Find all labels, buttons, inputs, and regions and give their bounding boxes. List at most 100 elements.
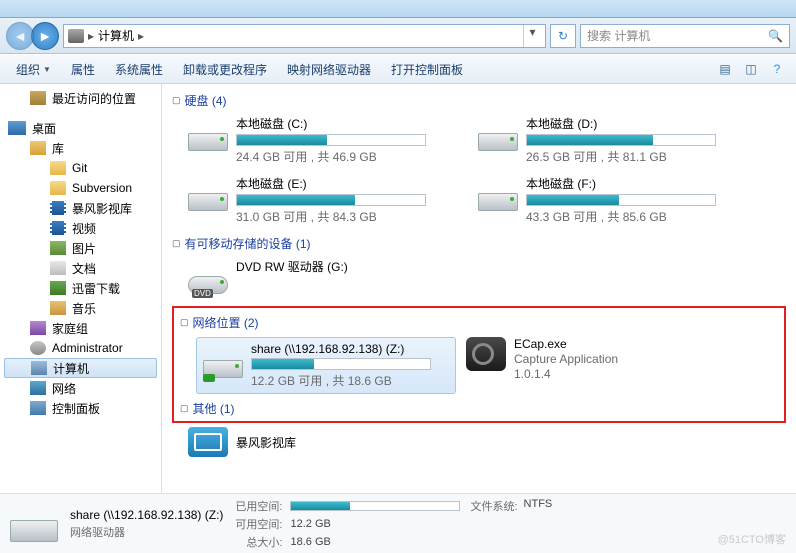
main-content: ▢硬盘 (4) 本地磁盘 (C:)24.4 GB 可用 , 共 46.9 GB本… [162,84,796,493]
fs-value: NTFS [524,498,553,514]
sidebar-item-video[interactable]: 视频 [0,218,161,238]
drive-stat: 43.3 GB 可用 , 共 85.6 GB [526,208,738,225]
video-icon [50,221,66,235]
sidebar-item-desktop[interactable]: 桌面 [0,118,161,138]
group-other[interactable]: ▢其他 (1) [180,400,778,417]
user-icon [30,341,46,355]
drive-stat: 31.0 GB 可用 , 共 84.3 GB [236,208,448,225]
open-control-panel-button[interactable]: 打开控制面板 [383,58,471,81]
free-label: 可用空间: [235,516,282,532]
search-input[interactable]: 搜索 计算机 🔍 [580,24,790,48]
sidebar-item-git[interactable]: Git [0,158,161,178]
dvd-icon: DVD [188,258,228,298]
sidebar-item-network[interactable]: 网络 [0,378,161,398]
map-network-drive-button[interactable]: 映射网络驱动器 [279,58,379,81]
ecap-app[interactable]: ECap.exe Capture Application 1.0.1.4 [466,337,706,394]
sidebar-item-controlpanel[interactable]: 控制面板 [0,398,161,418]
uninstall-button[interactable]: 卸载或更改程序 [175,58,275,81]
network-drive-icon [203,342,243,382]
group-removable[interactable]: ▢有可移动存储的设备 (1) [172,235,786,252]
local-drive[interactable]: 本地磁盘 (D:)26.5 GB 可用 , 共 81.1 GB [478,115,738,165]
drive-stat: 26.5 GB 可用 , 共 81.1 GB [526,148,738,165]
local-drive[interactable]: 本地磁盘 (E:)31.0 GB 可用 , 共 84.3 GB [188,175,448,225]
collapse-icon: ▢ [180,317,189,328]
local-drive[interactable]: 本地磁盘 (F:) 43.3 GB 可用 , 共 85.6 GB [478,175,738,225]
sidebar-item-svn[interactable]: Subversion [0,178,161,198]
sidebar-item-pictures[interactable]: 图片 [0,238,161,258]
downloads-icon [50,281,66,295]
drive-stat: 24.4 GB 可用 , 共 46.9 GB [236,148,448,165]
organize-menu[interactable]: 组织▼ [8,58,59,81]
chevron-right-icon[interactable]: ▸ [88,29,94,43]
sidebar-item-documents[interactable]: 文档 [0,258,161,278]
details-pane: share (\\192.168.92.138) (Z:) 网络驱动器 已用空间… [0,493,796,553]
control-panel-icon [30,401,46,415]
drive-icon [478,175,518,215]
sidebar-item-libraries[interactable]: 库 [0,138,161,158]
folder-icon [50,161,66,175]
ecap-version: 1.0.1.4 [514,367,618,381]
details-usage-bar [290,501,460,511]
network-drive-z[interactable]: share (\\192.168.92.138) (Z:) 12.2 GB 可用… [196,337,456,394]
watermark: @51CTO博客 [718,531,786,547]
navigation-sidebar: 最近访问的位置 桌面 库 Git Subversion 暴风影视库 视频 图片 … [0,84,162,493]
local-drive[interactable]: 本地磁盘 (C:) 24.4 GB 可用 , 共 46.9 GB [188,115,448,165]
nav-buttons: ◄ ► [6,22,59,50]
fs-label: 文件系统: [470,498,517,514]
drive-icon [188,115,228,155]
back-button[interactable]: ◄ [6,22,34,50]
dvd-drive[interactable]: DVD DVD RW 驱动器 (G:) [188,258,448,298]
forward-button[interactable]: ► [31,22,59,50]
ecap-desc: Capture Application [514,352,618,366]
other-label: 暴风影视库 [236,434,296,451]
sidebar-item-computer[interactable]: 计算机 [4,358,157,378]
collapse-icon: ▢ [172,238,181,249]
address-bar-row: ◄ ► ▸ 计算机 ▸ ▾ ↻ 搜索 计算机 🔍 [0,18,796,54]
address-box[interactable]: ▸ 计算机 ▸ ▾ [63,24,546,48]
video-lib-icon [50,201,66,215]
drive-icon [478,115,518,155]
computer-icon [68,29,84,43]
computer-icon [31,361,47,375]
preview-pane-icon[interactable]: ◫ [740,58,762,80]
total-value: 18.6 GB [290,536,552,548]
group-network[interactable]: ▢网络位置 (2) [180,314,778,331]
refresh-button[interactable]: ↻ [550,24,576,48]
other-item[interactable]: 暴风影视库 [188,427,786,457]
details-title: share (\\192.168.92.138) (Z:) [70,508,223,522]
documents-icon [50,261,66,275]
drive-icon [188,175,228,215]
details-drive-icon [10,502,58,546]
breadcrumb-root[interactable]: 计算机 [98,27,134,44]
drive-label: share (\\192.168.92.138) (Z:) [251,342,449,356]
sidebar-item-baofeng[interactable]: 暴风影视库 [0,198,161,218]
desktop-icon [8,121,26,135]
sidebar-item-downloads[interactable]: 迅雷下载 [0,278,161,298]
usage-bar [526,134,716,146]
drive-label: 本地磁盘 (F:) [526,175,738,192]
total-label: 总大小: [235,534,282,550]
music-icon [50,301,66,315]
homegroup-icon [30,321,46,335]
window-titlebar [0,0,796,18]
help-icon[interactable]: ? [766,58,788,80]
sidebar-item-recent[interactable]: 最近访问的位置 [0,88,161,108]
search-placeholder: 搜索 计算机 [587,27,650,44]
ecap-name: ECap.exe [514,337,618,351]
drive-stat: 12.2 GB 可用 , 共 18.6 GB [251,372,449,389]
address-dropdown[interactable]: ▾ [523,25,541,47]
system-properties-button[interactable]: 系统属性 [107,58,171,81]
sidebar-item-admin[interactable]: Administrator [0,338,161,358]
search-icon: 🔍 [768,29,783,43]
sidebar-item-music[interactable]: 音乐 [0,298,161,318]
camera-icon [466,337,506,371]
sidebar-item-homegroup[interactable]: 家庭组 [0,318,161,338]
drive-label: 本地磁盘 (C:) [236,115,448,132]
group-hard-disks[interactable]: ▢硬盘 (4) [172,92,786,109]
usage-bar [236,134,426,146]
folder-icon [50,181,66,195]
used-label: 已用空间: [235,498,282,514]
view-options-icon[interactable]: ▤ [714,58,736,80]
chevron-right-icon[interactable]: ▸ [138,29,144,43]
properties-button[interactable]: 属性 [63,58,103,81]
